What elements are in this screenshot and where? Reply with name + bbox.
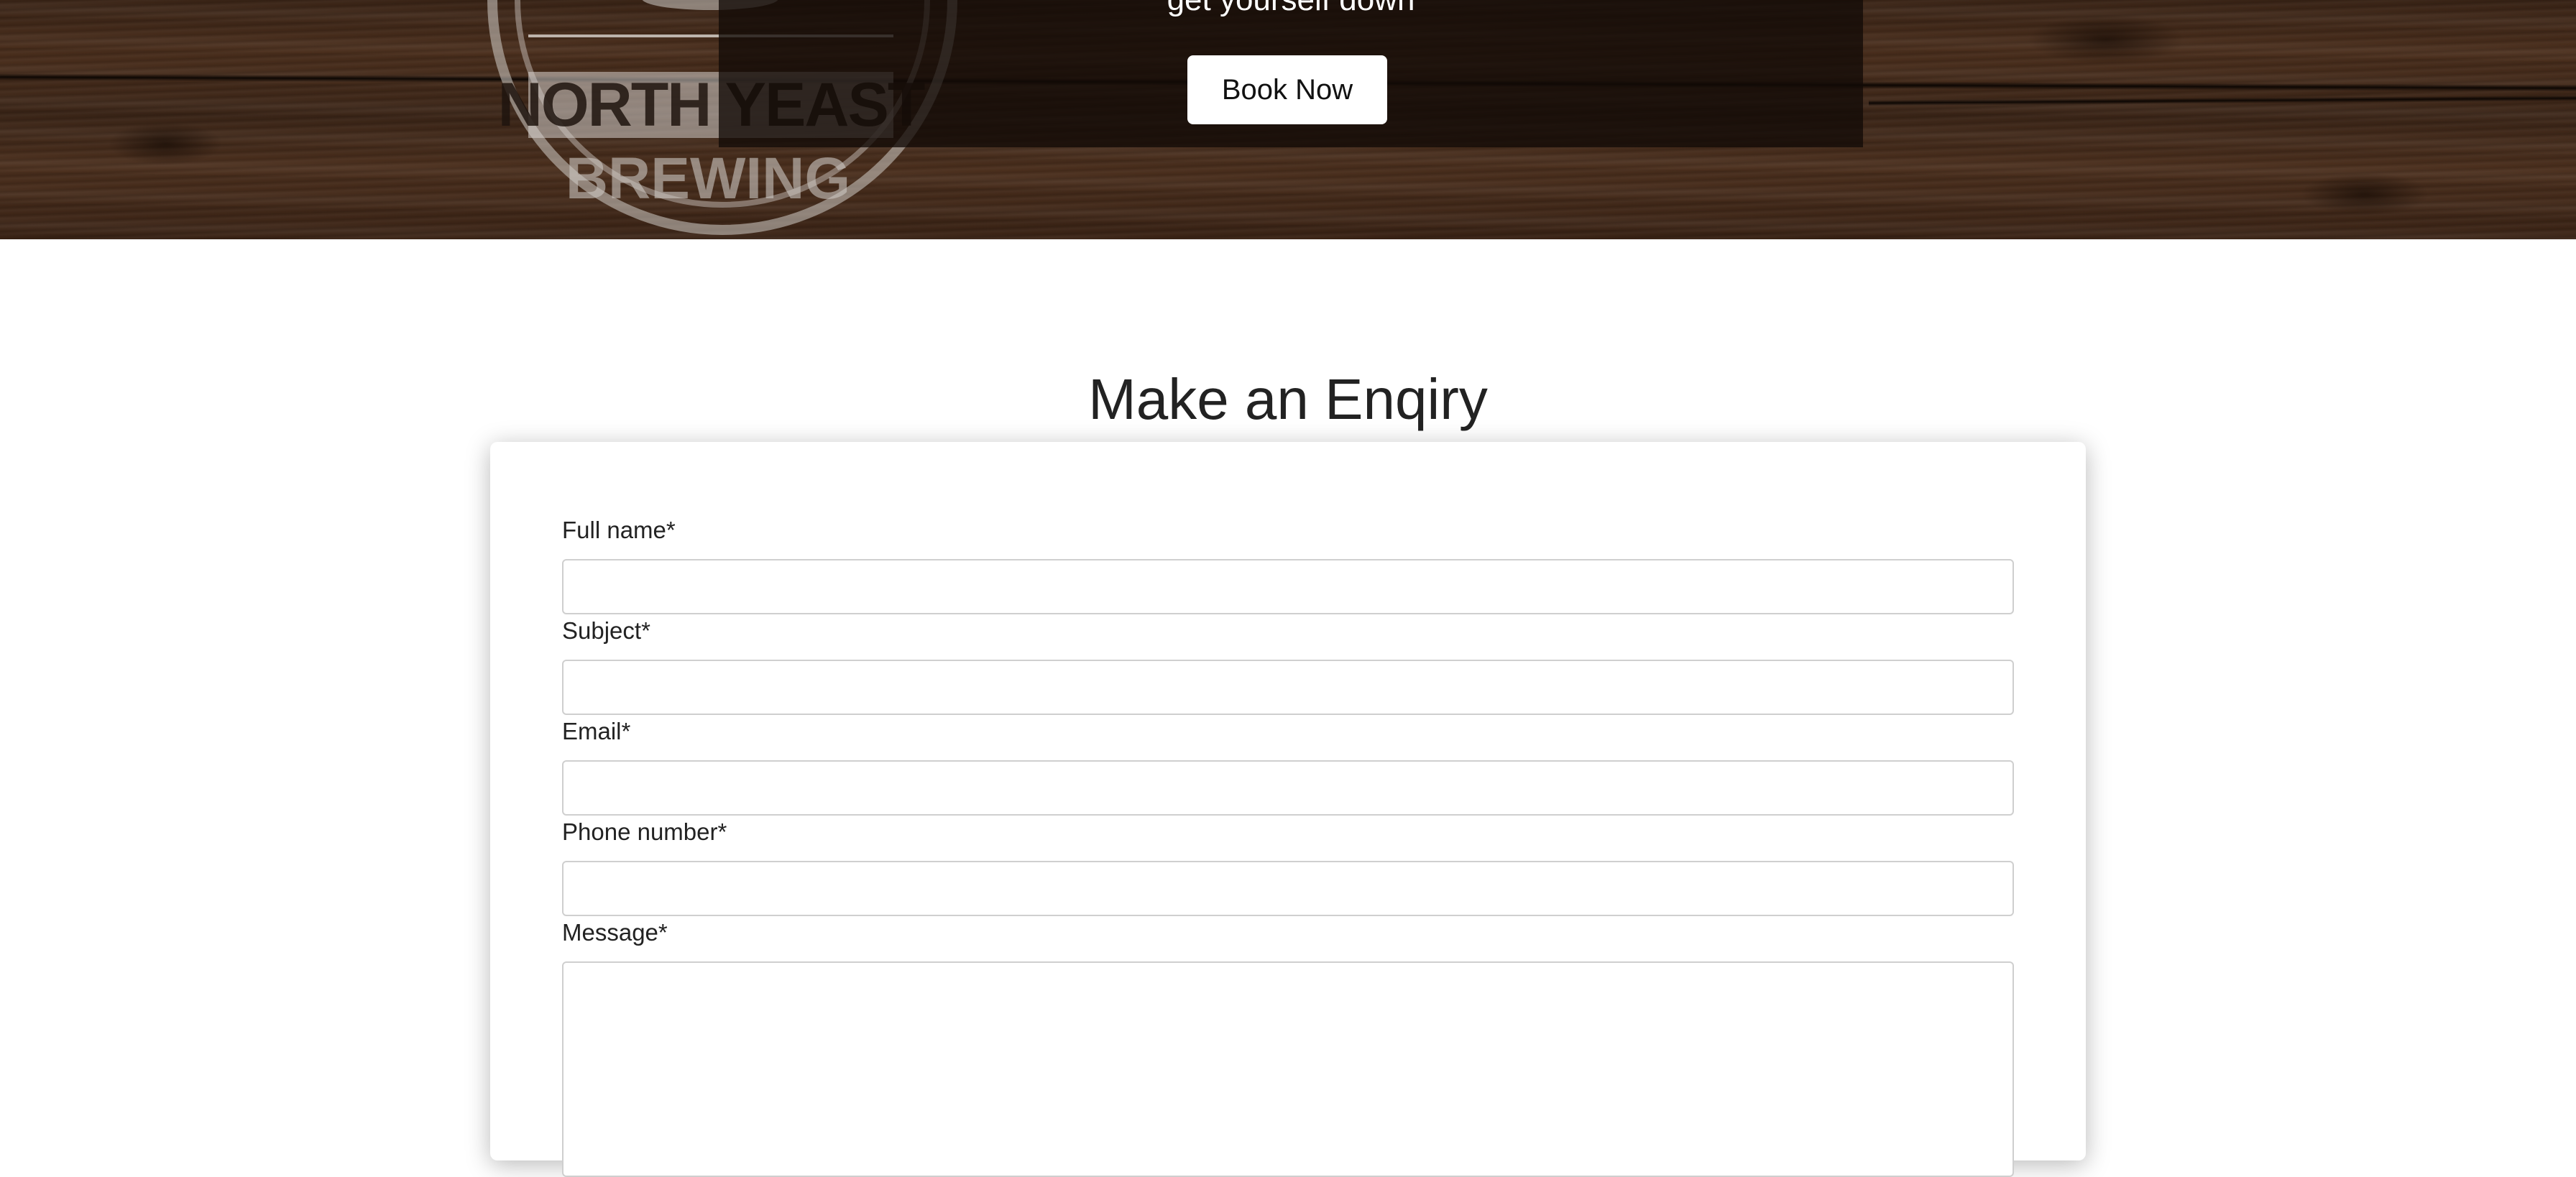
subject-label: Subject* [562,617,650,644]
wood-knot [2300,172,2429,216]
wood-knot [108,122,223,165]
message-textarea[interactable] [562,961,2014,1177]
hero-banner: NORTH YEAST BREWING get yourself down Bo… [0,0,2576,239]
enquiry-title: Make an Enqiry [1088,367,1488,431]
email-input[interactable] [562,760,2014,816]
full-name-label: Full name* [562,517,676,543]
full-name-input[interactable] [562,559,2014,614]
phone-number-label: Phone number* [562,818,727,845]
email-label: Email* [562,718,631,744]
hero-overlay-panel: get yourself down Book Now [719,0,1863,147]
book-now-button[interactable]: Book Now [1187,55,1387,124]
logo-text-brewing: BREWING [566,146,850,211]
enquiry-form: Full name* Subject* Email* Phone number*… [490,442,2086,1177]
phone-number-input[interactable] [562,861,2014,916]
hero-tagline: get yourself down [719,0,1863,16]
wood-plank-seam [1868,95,2576,106]
wood-knot [2027,14,2185,65]
subject-input[interactable] [562,660,2014,715]
message-label: Message* [562,919,668,946]
